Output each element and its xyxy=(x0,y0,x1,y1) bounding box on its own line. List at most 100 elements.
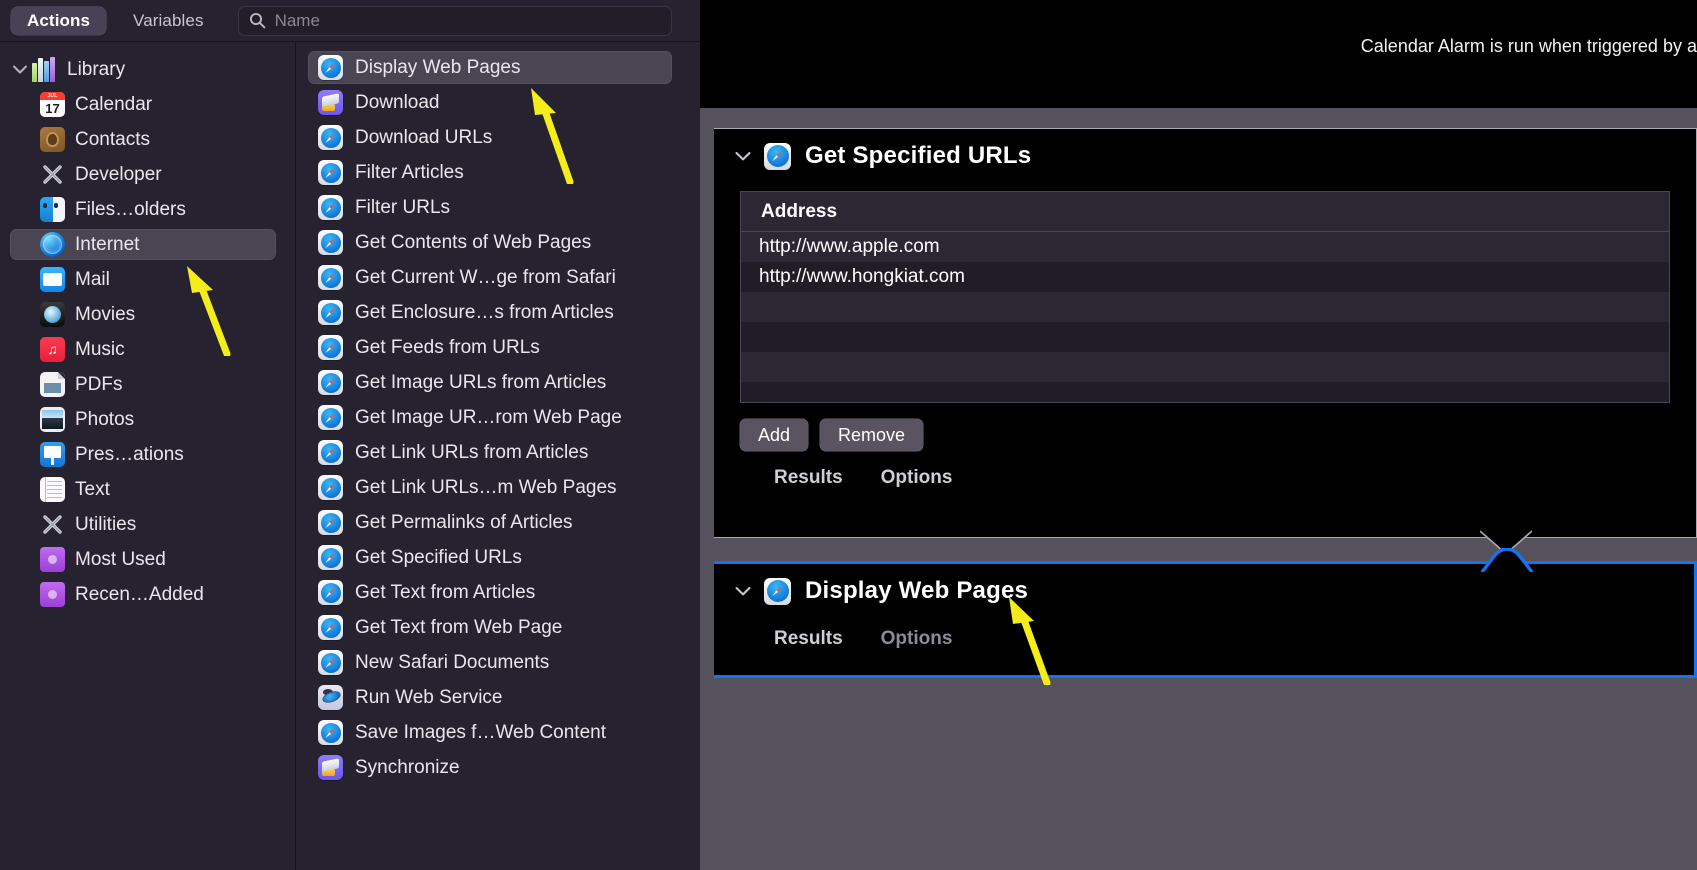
action-item-new-safari-documents[interactable]: New Safari Documents xyxy=(296,645,700,680)
download-icon xyxy=(318,755,343,780)
action-item-run-web-service[interactable]: Run Web Service xyxy=(296,680,700,715)
action-item-label: Get Current W…ge from Safari xyxy=(355,266,616,288)
action-item-get-enclosure-s-from-articles[interactable]: Get Enclosure…s from Articles xyxy=(296,295,700,330)
action-item-download[interactable]: Download xyxy=(296,85,700,120)
action-item-get-link-urls-m-web-pages[interactable]: Get Link URLs…m Web Pages xyxy=(296,470,700,505)
action-item-display-web-pages[interactable]: Display Web Pages xyxy=(296,50,700,85)
action-item-label: Get Permalinks of Articles xyxy=(355,511,573,533)
action-item-label: Download xyxy=(355,91,440,113)
add-button[interactable]: Add xyxy=(740,419,809,451)
card-title: Get Specified URLs xyxy=(805,142,1032,169)
text-icon xyxy=(40,477,65,502)
mail-icon xyxy=(40,267,65,292)
chevron-down-icon[interactable] xyxy=(732,586,754,596)
library-item-selected[interactable]: Internet xyxy=(10,229,276,260)
card-header[interactable]: Display Web Pages xyxy=(714,564,1694,618)
action-item-label: Get Contents of Web Pages xyxy=(355,231,592,253)
safari-icon xyxy=(318,230,343,255)
action-item-get-contents-of-web-pages[interactable]: Get Contents of Web Pages xyxy=(296,225,700,260)
action-item-filter-urls[interactable]: Filter URLs xyxy=(296,190,700,225)
search-input[interactable] xyxy=(274,10,661,31)
library-item-most-used[interactable]: Most Used xyxy=(0,542,295,577)
library-item-developer[interactable]: Developer xyxy=(0,157,295,192)
table-row[interactable] xyxy=(741,352,1669,382)
library-item-movies[interactable]: Movies xyxy=(0,297,295,332)
action-item-label: Download URLs xyxy=(355,126,493,148)
safari-icon xyxy=(318,55,343,80)
table-row[interactable]: http://www.apple.com xyxy=(741,232,1669,262)
workflow-canvas[interactable]: Get Specified URLs Address http://www.ap… xyxy=(700,108,1697,870)
library-item-label: Mail xyxy=(75,268,110,290)
tab-actions[interactable]: Actions xyxy=(11,6,107,35)
library-item-label: Recen…Added xyxy=(75,583,204,605)
library-item-pdfs[interactable]: PDFs xyxy=(0,367,295,402)
action-item-synchronize[interactable]: Synchronize xyxy=(296,750,700,785)
action-item-get-text-from-articles[interactable]: Get Text from Articles xyxy=(296,575,700,610)
action-item-get-text-from-web-page[interactable]: Get Text from Web Page xyxy=(296,610,700,645)
action-item-label: Get Link URLs…m Web Pages xyxy=(355,476,617,498)
library-item-label: Text xyxy=(75,478,110,500)
action-item-get-specified-urls[interactable]: Get Specified URLs xyxy=(296,540,700,575)
pdf-icon xyxy=(40,372,65,397)
table-row[interactable] xyxy=(741,382,1669,402)
action-item-get-image-urls-from-articles[interactable]: Get Image URLs from Articles xyxy=(296,365,700,400)
safari-icon xyxy=(318,195,343,220)
library-item-calendar[interactable]: JUL 17 Calendar xyxy=(0,87,295,122)
action-item-get-feeds-from-urls[interactable]: Get Feeds from URLs xyxy=(296,330,700,365)
library-item-mail[interactable]: Mail xyxy=(0,262,295,297)
library-item-label: Contacts xyxy=(75,128,150,150)
quicktime-icon xyxy=(40,302,65,327)
library-item-pres-ations[interactable]: Pres…ations xyxy=(0,437,295,472)
action-item-filter-articles[interactable]: Filter Articles xyxy=(296,155,700,190)
safari-icon xyxy=(318,265,343,290)
tab-options[interactable]: Options xyxy=(881,467,953,489)
action-item-selected[interactable]: Display Web Pages xyxy=(308,51,672,84)
workflow-action-display-web-pages[interactable]: Display Web Pages Results Options xyxy=(714,561,1697,678)
library-item-photos[interactable]: Photos xyxy=(0,402,295,437)
tab-results[interactable]: Results xyxy=(774,467,843,489)
table-row[interactable] xyxy=(741,322,1669,352)
safari-icon xyxy=(318,125,343,150)
library-item-contacts[interactable]: Contacts xyxy=(0,122,295,157)
chevron-down-icon[interactable] xyxy=(732,151,754,161)
workflow-description-text: Calendar Alarm is run when triggered by … xyxy=(1360,36,1697,56)
workflow-action-get-specified-urls[interactable]: Get Specified URLs Address http://www.ap… xyxy=(714,128,1697,538)
library-item-files-olders[interactable]: Files…olders xyxy=(0,192,295,227)
library-item-recen-added[interactable]: Recen…Added xyxy=(0,577,295,612)
table-row[interactable]: http://www.hongkiat.com xyxy=(741,262,1669,292)
library-icon xyxy=(32,57,57,82)
tab-variables[interactable]: Variables xyxy=(117,7,220,35)
card-header[interactable]: Get Specified URLs xyxy=(714,129,1696,183)
table-row[interactable] xyxy=(741,292,1669,322)
action-item-get-current-w-ge-from-safari[interactable]: Get Current W…ge from Safari xyxy=(296,260,700,295)
table-buttons: Add Remove xyxy=(740,419,1696,451)
library-root-row[interactable]: Library xyxy=(0,52,295,87)
library-item-label: PDFs xyxy=(75,373,123,395)
remove-button[interactable]: Remove xyxy=(820,419,924,451)
action-item-label: Display Web Pages xyxy=(355,56,521,78)
download-icon xyxy=(318,90,343,115)
add-button-label: Add xyxy=(758,424,791,445)
action-item-label: Get Image URLs from Articles xyxy=(355,371,607,393)
library-item-internet[interactable]: Internet xyxy=(0,227,295,262)
action-item-get-permalinks-of-articles[interactable]: Get Permalinks of Articles xyxy=(296,505,700,540)
tab-results[interactable]: Results xyxy=(774,628,843,650)
tab-options[interactable]: Options xyxy=(881,628,953,650)
action-item-get-link-urls-from-articles[interactable]: Get Link URLs from Articles xyxy=(296,435,700,470)
address-table[interactable]: Address http://www.apple.com http://www.h… xyxy=(740,191,1670,403)
contacts-icon xyxy=(40,127,65,152)
library-item-text[interactable]: Text xyxy=(0,472,295,507)
action-item-label: Filter Articles xyxy=(355,161,464,183)
action-item-download-urls[interactable]: Download URLs xyxy=(296,120,700,155)
library-item-label: Developer xyxy=(75,163,162,185)
action-item-save-images-f-web-content[interactable]: Save Images f…Web Content xyxy=(296,715,700,750)
chevron-down-icon[interactable] xyxy=(10,65,30,74)
library-item-label: Music xyxy=(75,338,125,360)
internet-icon xyxy=(40,232,65,257)
search-field[interactable] xyxy=(237,5,672,36)
search-icon xyxy=(249,12,266,29)
library-item-utilities[interactable]: Utilities xyxy=(0,507,295,542)
library-item-music[interactable]: ♫ Music xyxy=(0,332,295,367)
table-cell-address: http://www.apple.com xyxy=(759,236,940,257)
action-item-get-image-ur-rom-web-page[interactable]: Get Image UR…rom Web Page xyxy=(296,400,700,435)
